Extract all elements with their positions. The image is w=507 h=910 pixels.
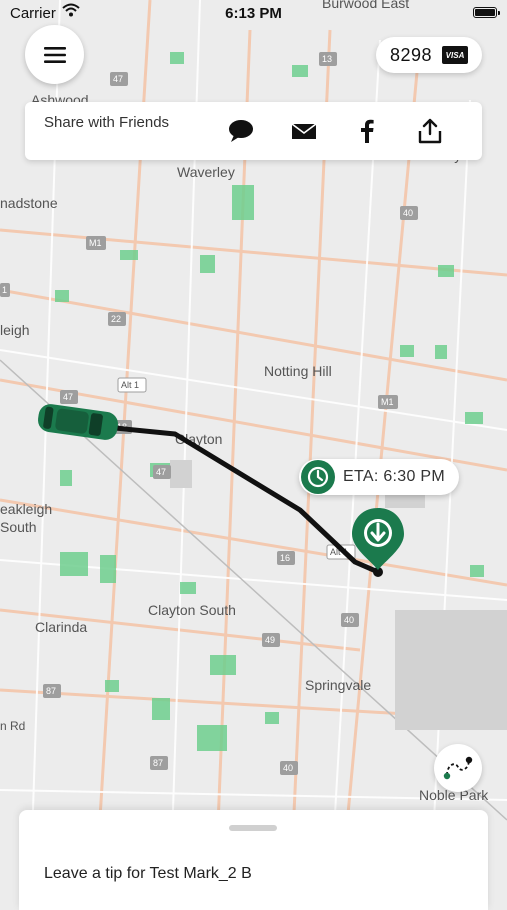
card-last-digits: 8298 — [389, 44, 433, 65]
svg-text:47: 47 — [63, 392, 73, 402]
status-bar: Carrier 6:13 PM — [0, 0, 507, 28]
svg-text:49: 49 — [265, 635, 275, 645]
map-label-notting-hill: Notting Hill — [264, 363, 332, 379]
menu-button[interactable] — [25, 25, 84, 84]
eta-label: ETA: 6:30 PM — [343, 468, 446, 485]
map-label-springvale: Springvale — [305, 677, 371, 693]
svg-text:47: 47 — [156, 467, 166, 477]
route-icon — [443, 756, 473, 780]
clock-icon — [301, 460, 335, 494]
mail-icon[interactable] — [288, 116, 320, 146]
share-upload-icon[interactable] — [414, 116, 446, 146]
svg-text:M1: M1 — [381, 397, 394, 407]
svg-text:40: 40 — [403, 208, 413, 218]
map-label-clayton-south: Clayton South — [148, 602, 236, 618]
payment-method-button[interactable]: 8298 VISA — [376, 37, 482, 73]
map-label-waverley: Waverley — [177, 164, 235, 180]
battery-icon — [473, 7, 500, 18]
svg-text:1: 1 — [2, 285, 7, 295]
svg-text:Alt 1: Alt 1 — [121, 380, 139, 390]
svg-text:47: 47 — [113, 74, 123, 84]
map-label-south: South — [0, 519, 37, 535]
svg-text:16: 16 — [280, 553, 290, 563]
svg-text:13: 13 — [322, 54, 332, 64]
svg-text:40: 40 — [283, 763, 293, 773]
facebook-icon[interactable] — [351, 116, 383, 146]
chat-bubble-icon[interactable] — [225, 116, 257, 146]
hamburger-icon — [43, 46, 66, 63]
share-title: Share with Friends — [44, 114, 170, 131]
svg-text:M1: M1 — [89, 238, 102, 248]
tip-prompt[interactable]: Leave a tip for Test Mark_2 B — [44, 865, 252, 883]
map-label-nadstone: nadstone — [0, 195, 58, 211]
svg-text:87: 87 — [153, 758, 163, 768]
map-label-n-rd: n Rd — [0, 719, 25, 733]
route-overview-button[interactable] — [434, 744, 482, 792]
svg-text:40: 40 — [344, 615, 354, 625]
bottom-sheet[interactable]: Leave a tip for Test Mark_2 B — [19, 810, 488, 910]
status-time: 6:13 PM — [225, 5, 282, 22]
map-label-clarinda: Clarinda — [35, 619, 87, 635]
eta-bubble: ETA: 6:30 PM — [299, 459, 459, 495]
share-with-friends-card: Share with Friends — [25, 102, 482, 160]
map-label-leigh: leigh — [0, 322, 30, 338]
map-label-eakleigh: eakleigh — [0, 501, 52, 517]
svg-text:22: 22 — [111, 314, 121, 324]
visa-card-icon: VISA — [442, 46, 469, 64]
sheet-drag-handle[interactable] — [229, 825, 277, 831]
svg-text:87: 87 — [46, 686, 56, 696]
